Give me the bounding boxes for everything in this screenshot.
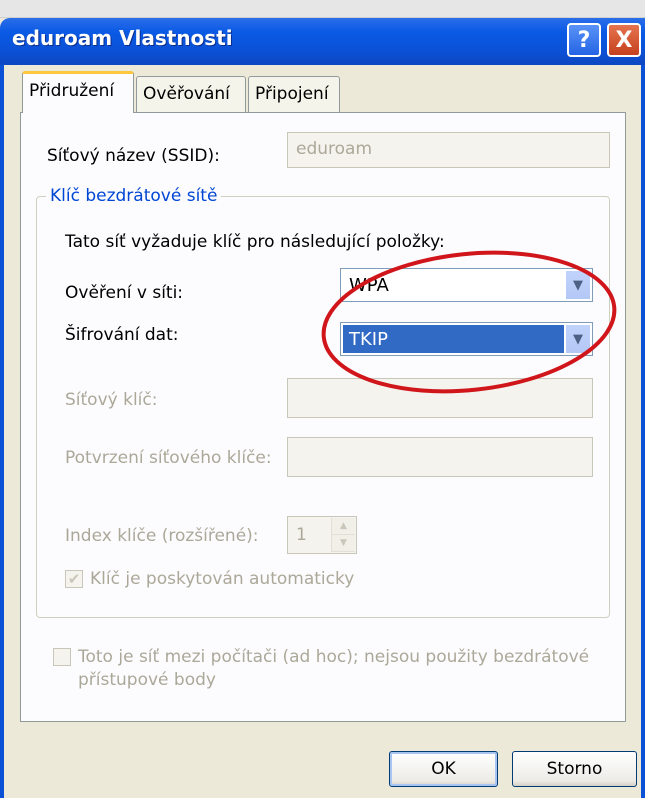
tab-authentication[interactable]: Ověřování bbox=[136, 76, 246, 112]
tab-association-label: Přidružení bbox=[29, 81, 115, 101]
window-frame-left bbox=[0, 65, 4, 798]
help-icon: ? bbox=[577, 27, 591, 53]
confirm-key-field[interactable] bbox=[287, 437, 593, 477]
ssid-label: Síťový název (SSID): bbox=[47, 146, 220, 166]
tab-connection[interactable]: Připojení bbox=[248, 76, 340, 112]
encryption-label: Šifrování dat: bbox=[65, 325, 179, 345]
tab-connection-label: Připojení bbox=[255, 84, 329, 104]
key-index-stepper[interactable]: 1 ▲ ▼ bbox=[287, 516, 357, 554]
confirm-key-label: Potvrzení síťového klíče: bbox=[65, 448, 272, 468]
stepper-down-icon[interactable]: ▼ bbox=[332, 535, 355, 552]
stepper-up-icon[interactable]: ▲ bbox=[332, 518, 355, 535]
adhoc-label-line1: Toto je síť mezi počítači (ad hoc); nejs… bbox=[78, 647, 590, 667]
title-bar: eduroam Vlastnosti ? X bbox=[0, 18, 645, 65]
chevron-down-icon[interactable]: ▼ bbox=[565, 270, 591, 300]
background-strip bbox=[0, 0, 645, 18]
encryption-value: TKIP bbox=[343, 325, 564, 353]
close-icon: X bbox=[615, 27, 633, 53]
cancel-button-label: Storno bbox=[546, 759, 603, 779]
adhoc-label-line2: přístupové body bbox=[78, 670, 216, 690]
wireless-key-legend: Klíč bezdrátové sítě bbox=[46, 186, 222, 206]
help-button[interactable]: ? bbox=[567, 23, 601, 57]
network-auth-select[interactable]: WPA ▼ bbox=[340, 268, 593, 302]
cancel-button[interactable]: Storno bbox=[512, 751, 637, 787]
close-button[interactable]: X bbox=[607, 23, 641, 57]
key-index-value: 1 bbox=[296, 525, 307, 545]
ok-button-label: OK bbox=[431, 759, 456, 779]
ssid-value: eduroam bbox=[296, 139, 373, 159]
adhoc-checkbox[interactable] bbox=[53, 648, 71, 666]
network-key-label: Síťový klíč: bbox=[65, 390, 158, 410]
network-key-field[interactable] bbox=[287, 378, 593, 418]
window-frame-right bbox=[641, 65, 645, 798]
auto-key-checkbox[interactable]: ✔ bbox=[65, 570, 83, 588]
encryption-select[interactable]: TKIP ▼ bbox=[340, 322, 593, 356]
auto-key-label: Klíč je poskytován automaticky bbox=[90, 569, 355, 589]
window-title: eduroam Vlastnosti bbox=[12, 26, 233, 50]
checkmark-icon: ✔ bbox=[67, 570, 81, 588]
network-auth-label: Ověření v síti: bbox=[65, 283, 184, 303]
key-index-label: Index klíče (rozšířené): bbox=[65, 526, 259, 546]
ok-button[interactable]: OK bbox=[389, 751, 498, 787]
ssid-field: eduroam bbox=[287, 132, 610, 168]
tab-association[interactable]: Přidružení bbox=[22, 71, 134, 113]
tab-authentication-label: Ověřování bbox=[143, 84, 230, 104]
network-auth-value: WPA bbox=[349, 275, 389, 296]
key-required-text: Tato síť vyžaduje klíč pro následující p… bbox=[65, 232, 445, 252]
chevron-down-icon[interactable]: ▼ bbox=[565, 324, 591, 354]
